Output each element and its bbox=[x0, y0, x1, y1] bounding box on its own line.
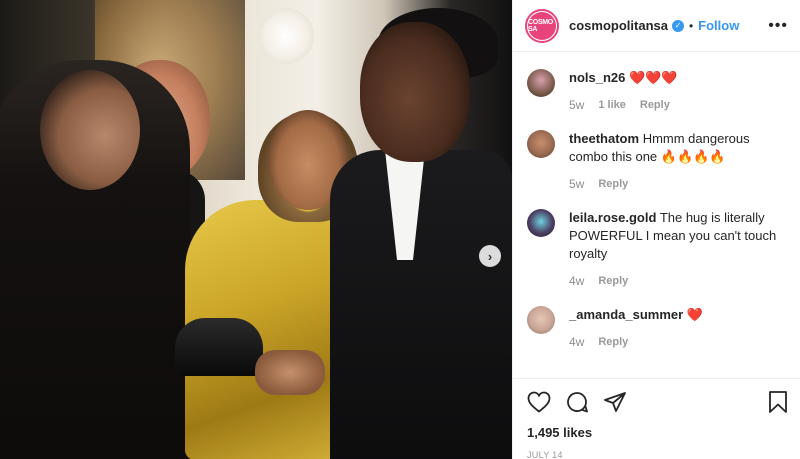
bookmark-icon[interactable] bbox=[768, 390, 788, 414]
more-options-icon[interactable]: ••• bbox=[768, 17, 788, 35]
comment-username[interactable]: _amanda_summer bbox=[569, 307, 683, 322]
comment-text: nols_n26 ❤️❤️❤️ bbox=[569, 69, 786, 87]
comment-item: _amanda_summer ❤️ 4w Reply bbox=[527, 306, 786, 351]
comment-age: 4w bbox=[569, 335, 585, 349]
post-header: COSMO SA cosmopolitansa ✓ • Follow ••• bbox=[513, 0, 800, 52]
reply-button[interactable]: Reply bbox=[640, 96, 670, 114]
comment-text: _amanda_summer ❤️ bbox=[569, 306, 786, 324]
avatar-logo: COSMO SA bbox=[528, 11, 556, 40]
comment-username[interactable]: theethatom bbox=[569, 131, 639, 146]
next-photo-button[interactable]: › bbox=[479, 245, 501, 267]
clutch-bag bbox=[175, 318, 263, 376]
post-actions: 1,495 likes JULY 14 bbox=[513, 378, 800, 459]
heart-emoji: ❤️❤️❤️ bbox=[628, 70, 678, 85]
reply-button[interactable]: Reply bbox=[598, 272, 628, 290]
share-icon[interactable] bbox=[603, 390, 627, 414]
avatar[interactable]: COSMO SA bbox=[525, 8, 559, 43]
avatar[interactable] bbox=[527, 306, 555, 334]
comment-text: leila.rose.gold The hug is literally POW… bbox=[569, 209, 786, 263]
reply-button[interactable]: Reply bbox=[598, 333, 628, 351]
comment-age: 5w bbox=[569, 177, 585, 191]
chevron-right-icon: › bbox=[487, 248, 493, 264]
person-tuxedo bbox=[330, 150, 512, 459]
separator-dot: • bbox=[688, 18, 694, 33]
avatar[interactable] bbox=[527, 130, 555, 158]
comment-bubble-icon[interactable] bbox=[565, 390, 589, 414]
avatar[interactable] bbox=[527, 69, 555, 97]
person-head bbox=[40, 70, 140, 190]
heart-emoji: ❤️ bbox=[686, 307, 703, 322]
fire-emoji: 🔥🔥🔥🔥 bbox=[660, 149, 726, 164]
post-photo[interactable]: › bbox=[0, 0, 512, 459]
comments-list: nols_n26 ❤️❤️❤️ 5w 1 like Reply theethat… bbox=[513, 53, 800, 376]
person-head bbox=[360, 22, 470, 162]
post-username[interactable]: cosmopolitansa bbox=[569, 18, 668, 33]
ceiling-lamp bbox=[258, 8, 314, 64]
verified-badge-icon: ✓ bbox=[671, 19, 684, 32]
avatar[interactable] bbox=[527, 209, 555, 237]
comment-item: leila.rose.gold The hug is literally POW… bbox=[527, 209, 786, 290]
comment-age: 4w bbox=[569, 274, 585, 288]
comment-username[interactable]: leila.rose.gold bbox=[569, 210, 656, 225]
comment-likes[interactable]: 1 like bbox=[598, 96, 626, 114]
comment-username[interactable]: nols_n26 bbox=[569, 70, 625, 85]
comment-item: theethatom Hmmm dangerous combo this one… bbox=[527, 130, 786, 193]
post-panel: COSMO SA cosmopolitansa ✓ • Follow ••• n… bbox=[512, 0, 800, 459]
comment-text: theethatom Hmmm dangerous combo this one… bbox=[569, 130, 786, 166]
comment-age: 5w bbox=[569, 98, 585, 112]
likes-count[interactable]: 1,495 likes bbox=[527, 425, 788, 440]
handshake bbox=[255, 350, 325, 395]
comment-item: nols_n26 ❤️❤️❤️ 5w 1 like Reply bbox=[527, 69, 786, 114]
heart-outline-icon[interactable] bbox=[527, 391, 551, 413]
follow-button[interactable]: Follow bbox=[698, 18, 739, 33]
post-date[interactable]: JULY 14 bbox=[527, 450, 788, 459]
reply-button[interactable]: Reply bbox=[598, 175, 628, 193]
